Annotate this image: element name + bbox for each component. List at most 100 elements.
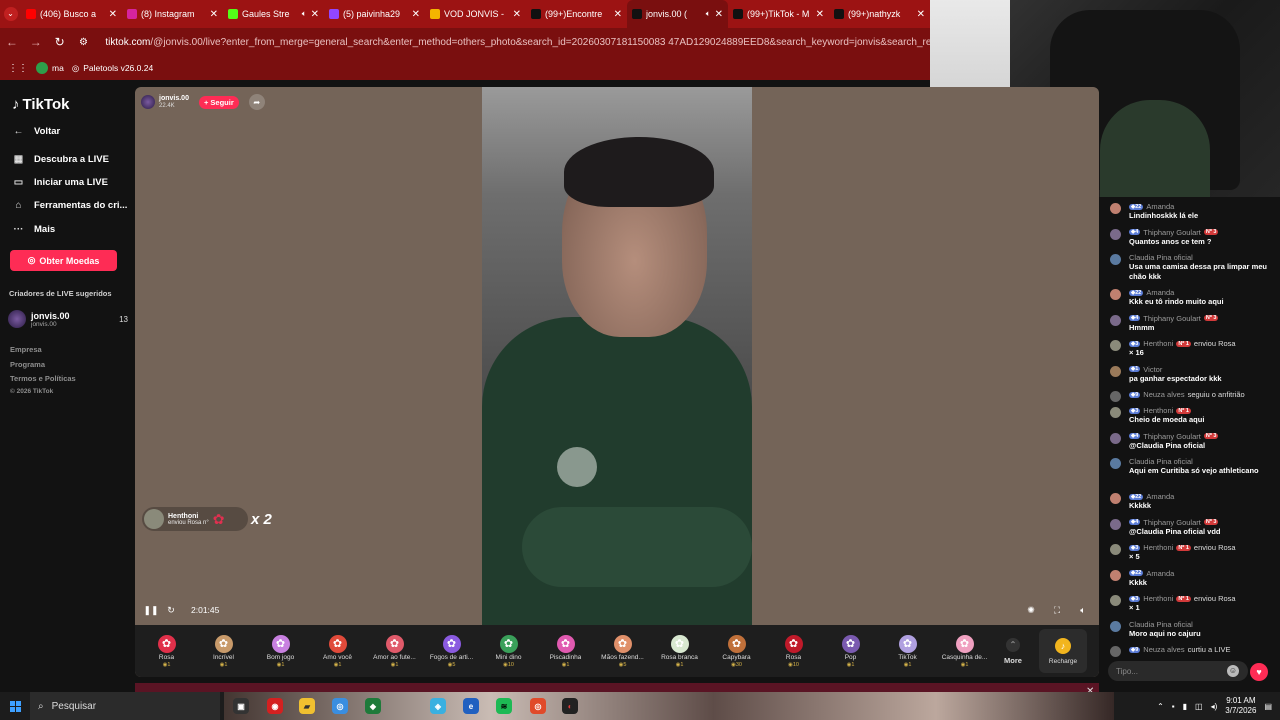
browser-tab[interactable]: (99+)TikTok - M ✕ [728, 0, 829, 28]
chat-user[interactable]: Claudia Pina oficial [1129, 457, 1193, 466]
nav-discover-live[interactable]: ▦ Descubra a LIVE [12, 154, 109, 165]
speaker-icon[interactable]: 🔈︎ [706, 9, 711, 19]
chat-user[interactable]: Neuza alves [1143, 390, 1184, 399]
avatar[interactable] [1110, 544, 1121, 555]
chat-user[interactable]: Victor [1143, 365, 1162, 374]
tray-app-icon[interactable]: ▪ [1172, 702, 1175, 711]
pause-icon[interactable]: ❚❚ [141, 605, 161, 616]
browser-tab[interactable]: (5) paivinha29 ✕ [324, 0, 425, 28]
chat-user[interactable]: Thiphany Goulart [1143, 432, 1201, 441]
chat-user[interactable]: Henthoni [1143, 339, 1173, 348]
avatar[interactable] [1110, 646, 1121, 657]
avatar[interactable] [1110, 569, 1121, 581]
chat-user[interactable]: Neuza alves [1143, 645, 1184, 654]
network-icon[interactable]: ◫ [1195, 702, 1203, 711]
browser-tab[interactable]: (406) Busco a ✕ [21, 0, 122, 28]
chat-user[interactable]: Amanda [1146, 202, 1174, 211]
nav-more[interactable]: ··· Mais [12, 224, 56, 235]
avatar[interactable] [1110, 289, 1121, 300]
avatar[interactable] [1110, 518, 1121, 530]
gift-item[interactable]: ✿ Amo você ◉1 [309, 625, 366, 677]
close-tab-icon[interactable]: ✕ [614, 9, 622, 20]
fullscreen-icon[interactable]: ⛶ [1047, 605, 1067, 616]
gift-item[interactable]: ✿ Piscadinha ◉1 [537, 625, 594, 677]
close-tab-icon[interactable]: ✕ [210, 9, 218, 20]
app-icon-blue[interactable]: ◈ [430, 698, 446, 714]
chat-user[interactable]: Amanda [1146, 492, 1174, 501]
gift-item[interactable]: ✿ Amor ao fute... ◉1 [366, 625, 423, 677]
avatar[interactable] [1110, 340, 1121, 351]
close-tab-icon[interactable]: ✕ [816, 9, 824, 20]
chat-user[interactable]: Claudia Pina oficial [1129, 253, 1193, 262]
browser-tab[interactable]: jonvis.00 (🔈︎ ✕ [627, 0, 728, 28]
gift-item[interactable]: ✿ Incrível ◉1 [195, 625, 252, 677]
nav-creator-tools[interactable]: ⌂ Ferramentas do cri... [12, 200, 127, 211]
browser-tab[interactable]: (8) Instagram ✕ [122, 0, 223, 28]
mic-icon[interactable]: ▮ [1183, 702, 1187, 711]
get-coins-button[interactable]: ◎ Obter Moedas [10, 250, 117, 271]
avatar[interactable] [1110, 228, 1121, 240]
chrome-red-icon[interactable]: ◎ [530, 698, 546, 714]
app-icon-red[interactable]: ◉ [267, 698, 283, 714]
avatar[interactable] [1110, 391, 1121, 402]
close-tab-icon[interactable]: ✕ [917, 9, 925, 20]
close-tab-icon[interactable]: ✕ [412, 9, 420, 20]
gift-item[interactable]: ✿ TikTok ◉1 [879, 625, 936, 677]
avatar[interactable] [1110, 365, 1121, 377]
gift-item[interactable]: ✿ Pop ◉1 [822, 625, 879, 677]
app-icon-green[interactable]: ◆ [365, 698, 381, 714]
avatar[interactable] [1110, 458, 1121, 469]
taskbar-search[interactable]: ⌕ Pesquisar [30, 692, 220, 720]
emoji-icon[interactable]: ☺ [1227, 665, 1239, 677]
chat-user[interactable]: Thiphany Goulart [1143, 314, 1201, 323]
chat-user[interactable]: Claudia Pina oficial [1129, 620, 1193, 629]
chat-user[interactable]: Thiphany Goulart [1143, 228, 1201, 237]
footer-link-program[interactable]: Programa [10, 360, 45, 369]
chat-user[interactable]: Henthoni [1143, 406, 1173, 415]
avatar[interactable] [1110, 432, 1121, 444]
clock[interactable]: 9:01 AM 3/7/2026 [1225, 696, 1256, 716]
close-tab-icon[interactable]: ✕ [513, 9, 521, 20]
chat-user[interactable]: Amanda [1146, 288, 1174, 297]
chrome-icon[interactable]: ◎ [332, 698, 348, 714]
speaker-icon[interactable]: ◂) [1211, 702, 1218, 711]
tray-chevron-icon[interactable]: ⌃ [1157, 702, 1164, 711]
chat-user[interactable]: Thiphany Goulart [1143, 518, 1201, 527]
gift-item[interactable]: ✿ Capybara ◉30 [708, 625, 765, 677]
gift-item[interactable]: ✿ Casquinha de... ◉1 [936, 625, 993, 677]
avatar[interactable] [1110, 254, 1121, 265]
gift-item[interactable]: ✿ Mini dino ◉10 [480, 625, 537, 677]
suggested-creator[interactable]: jonvis.00 jonvis.00 13 [8, 308, 128, 330]
gift-item[interactable]: ✿ Rosa ◉1 [138, 625, 195, 677]
close-tab-icon[interactable]: ✕ [109, 9, 117, 20]
start-button[interactable] [0, 692, 30, 720]
footer-link-terms[interactable]: Termos e Políticas [10, 374, 76, 383]
close-tab-icon[interactable]: ✕ [715, 9, 723, 20]
avatar[interactable] [1110, 203, 1121, 214]
follow-button[interactable]: + Seguir [198, 95, 239, 109]
nav-start-live[interactable]: ▭ Iniciar uma LIVE [12, 177, 108, 188]
gift-item[interactable]: ✿ Mãos fazend... ◉5 [594, 625, 651, 677]
notification-icon[interactable]: ▤ [1264, 702, 1272, 711]
tiktok-logo[interactable]: ♪ TikTok [12, 96, 69, 113]
back-button[interactable]: ← [0, 30, 24, 54]
share-icon[interactable]: ➦ [248, 94, 265, 110]
task-view-icon[interactable]: ▣ [233, 698, 249, 714]
live-video[interactable]: jonvis.00 22.4K + Seguir ➦ Henthoni enviou… [135, 87, 1099, 677]
gift-item[interactable]: ✿ Rosa branca ◉1 [651, 625, 708, 677]
like-button[interactable]: ♥ [1250, 663, 1268, 681]
browser-tab[interactable]: (99+)nathyzk ✕ [829, 0, 930, 28]
recharge-button[interactable]: ♪ Recharge [1039, 629, 1087, 673]
host-name[interactable]: jonvis.00 [159, 95, 189, 102]
browser-tab[interactable]: VOD JONVIS - ✕ [425, 0, 526, 28]
avatar[interactable] [1110, 314, 1121, 326]
browser-tab[interactable]: (99+)Encontre ✕ [526, 0, 627, 28]
nav-back[interactable]: ← Voltar [12, 126, 61, 137]
settings-icon[interactable]: ✺ [1021, 605, 1041, 616]
refresh-icon[interactable]: ↻ [161, 605, 181, 616]
more-gifts-button[interactable]: ⌃ More [993, 637, 1033, 665]
avatar[interactable] [1110, 620, 1121, 632]
gift-item[interactable]: ✿ Rosa ◉10 [765, 625, 822, 677]
speaker-icon[interactable]: 🔈︎ [302, 9, 307, 19]
chat-user[interactable]: Henthoni [1143, 543, 1173, 552]
